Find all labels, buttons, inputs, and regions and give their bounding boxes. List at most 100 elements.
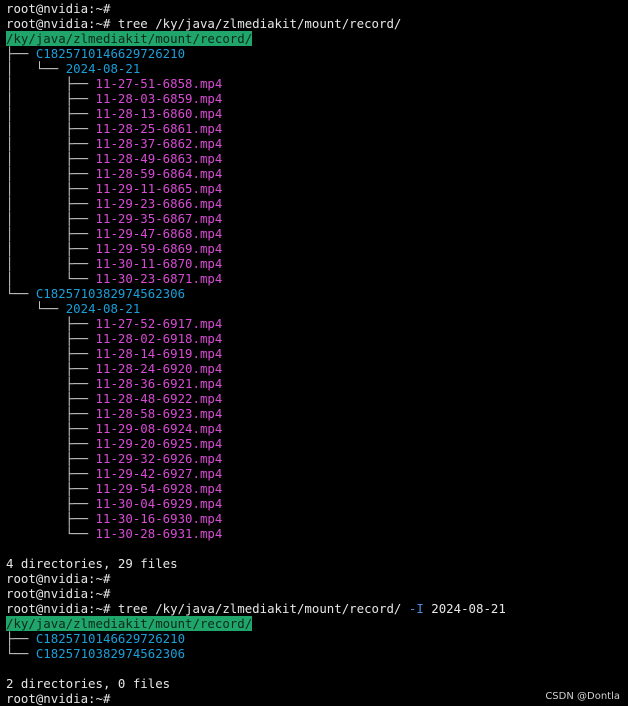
- tree-branch: ├──: [6, 436, 96, 451]
- mp4-file: 11-30-11-6870.mp4: [95, 256, 223, 271]
- tree-file: │ ├── 11-29-35-6867.mp4: [6, 211, 628, 226]
- tree-branch: ├──: [6, 481, 96, 496]
- tree-date-dir: └── 2024-08-21: [6, 301, 628, 316]
- tree-file: │ ├── 11-28-49-6863.mp4: [6, 151, 628, 166]
- tree-file: ├── 11-28-48-6922.mp4: [6, 391, 628, 406]
- mp4-file: 11-29-23-6866.mp4: [95, 196, 223, 211]
- stream-directory: C1825710382974562306: [35, 646, 186, 661]
- highlighted-root-path: /ky/java/zlmediakit/mount/record/: [6, 31, 253, 46]
- tree-root: /ky/java/zlmediakit/mount/record/: [6, 616, 628, 631]
- tree-file: │ ├── 11-29-47-6868.mp4: [6, 226, 628, 241]
- tree-branch: │ ├──: [6, 166, 96, 181]
- mp4-file: 11-29-08-6924.mp4: [95, 421, 223, 436]
- tree-branch: ├──: [6, 406, 96, 421]
- command-text: tree /ky/java/zlmediakit/mount/record/: [117, 16, 402, 31]
- tree-file: ├── 11-29-20-6925.mp4: [6, 436, 628, 451]
- tree-file: │ ├── 11-27-51-6858.mp4: [6, 76, 628, 91]
- tree-branch: │ ├──: [6, 106, 96, 121]
- mp4-file: 11-28-13-6860.mp4: [95, 106, 223, 121]
- tree-branch: ├──: [6, 511, 96, 526]
- shell-prompt: root@nvidia:~#: [6, 16, 111, 31]
- tree-file: ├── 11-29-54-6928.mp4: [6, 481, 628, 496]
- tree-file: │ ├── 11-28-13-6860.mp4: [6, 106, 628, 121]
- mp4-file: 11-29-32-6926.mp4: [95, 451, 223, 466]
- tree-branch: │ ├──: [6, 76, 96, 91]
- date-directory: 2024-08-21: [65, 61, 141, 76]
- tree-file: ├── 11-29-08-6924.mp4: [6, 421, 628, 436]
- tree-file: ├── 11-28-24-6920.mp4: [6, 361, 628, 376]
- mp4-file: 11-30-16-6930.mp4: [95, 511, 223, 526]
- mp4-file: 11-29-42-6927.mp4: [95, 466, 223, 481]
- mp4-file: 11-29-20-6925.mp4: [95, 436, 223, 451]
- tree-branch: │ ├──: [6, 256, 96, 271]
- tree-branch: ├──: [6, 421, 96, 436]
- tree-file: ├── 11-28-14-6919.mp4: [6, 346, 628, 361]
- tree-summary: 4 directories, 29 files: [6, 556, 178, 571]
- shell-prompt: root@nvidia:~#: [6, 601, 111, 616]
- tree-branch: └──: [6, 646, 36, 661]
- mp4-file: 11-28-03-6859.mp4: [95, 91, 223, 106]
- tree-branch: ├──: [6, 451, 96, 466]
- tree-branch: │ ├──: [6, 226, 96, 241]
- tree-file: ├── 11-30-16-6930.mp4: [6, 511, 628, 526]
- tree-stream-dir: └── C1825710382974562306: [6, 646, 628, 661]
- tree-file: │ └── 11-30-23-6871.mp4: [6, 271, 628, 286]
- tree-file: │ ├── 11-28-59-6864.mp4: [6, 166, 628, 181]
- prompt-line: root@nvidia:~# tree /ky/java/zlmediakit/…: [6, 601, 628, 616]
- tree-file: │ ├── 11-28-03-6859.mp4: [6, 91, 628, 106]
- mp4-file: 11-27-51-6858.mp4: [95, 76, 223, 91]
- mp4-file: 11-28-37-6862.mp4: [95, 136, 223, 151]
- tree-branch: ├──: [6, 466, 96, 481]
- mp4-file: 11-28-14-6919.mp4: [95, 346, 223, 361]
- tree-file: │ ├── 11-28-25-6861.mp4: [6, 121, 628, 136]
- tree-file: │ ├── 11-30-11-6870.mp4: [6, 256, 628, 271]
- mp4-file: 11-29-35-6867.mp4: [95, 211, 223, 226]
- tree-branch: │ ├──: [6, 136, 96, 151]
- mp4-file: 11-28-36-6921.mp4: [95, 376, 223, 391]
- date-directory: 2024-08-21: [65, 301, 141, 316]
- tree-branch: ├──: [6, 331, 96, 346]
- tree-file: ├── 11-27-52-6917.mp4: [6, 316, 628, 331]
- command-argument: 2024-08-21: [431, 601, 506, 616]
- tree-branch: └──: [6, 526, 96, 541]
- prompt-line: root@nvidia:~#: [6, 571, 628, 586]
- tree-date-dir: │ └── 2024-08-21: [6, 61, 628, 76]
- stream-directory: C1825710382974562306: [35, 286, 186, 301]
- highlighted-root-path: /ky/java/zlmediakit/mount/record/: [6, 616, 253, 631]
- tree-file: │ ├── 11-29-59-6869.mp4: [6, 241, 628, 256]
- tree-file: ├── 11-29-42-6927.mp4: [6, 466, 628, 481]
- summary-line: 4 directories, 29 files: [6, 556, 628, 571]
- tree-file: ├── 11-29-32-6926.mp4: [6, 451, 628, 466]
- prompt-line: root@nvidia:~# tree /ky/java/zlmediakit/…: [6, 16, 628, 31]
- tree-branch: ├──: [6, 361, 96, 376]
- mp4-file: 11-28-02-6918.mp4: [95, 331, 223, 346]
- mp4-file: 11-28-25-6861.mp4: [95, 121, 223, 136]
- mp4-file: 11-30-04-6929.mp4: [95, 496, 223, 511]
- terminal-output[interactable]: root@nvidia:~# root@nvidia:~# tree /ky/ja…: [0, 0, 628, 706]
- tree-branch: ├──: [6, 46, 36, 61]
- mp4-file: 11-28-48-6922.mp4: [95, 391, 223, 406]
- mp4-file: 11-28-49-6863.mp4: [95, 151, 223, 166]
- tree-branch: │ ├──: [6, 211, 96, 226]
- tree-branch: ├──: [6, 391, 96, 406]
- mp4-file: 11-30-28-6931.mp4: [95, 526, 223, 541]
- shell-prompt: root@nvidia:~#: [6, 1, 111, 16]
- tree-stream-dir: └── C1825710382974562306: [6, 286, 628, 301]
- shell-prompt: root@nvidia:~#: [6, 571, 111, 586]
- tree-stream-dir: ├── C1825710146629726210: [6, 631, 628, 646]
- prompt-line: root@nvidia:~#: [6, 691, 628, 706]
- tree-file: └── 11-30-28-6931.mp4: [6, 526, 628, 541]
- mp4-file: 11-27-52-6917.mp4: [95, 316, 223, 331]
- tree-branch: │ └──: [6, 61, 66, 76]
- tree-branch: ├──: [6, 631, 36, 646]
- stream-directory: C1825710146629726210: [35, 631, 186, 646]
- tree-root: /ky/java/zlmediakit/mount/record/: [6, 31, 628, 46]
- tree-branch: │ ├──: [6, 151, 96, 166]
- summary-line: 2 directories, 0 files: [6, 676, 628, 691]
- shell-prompt: root@nvidia:~#: [6, 586, 111, 601]
- prompt-line: root@nvidia:~#: [6, 1, 628, 16]
